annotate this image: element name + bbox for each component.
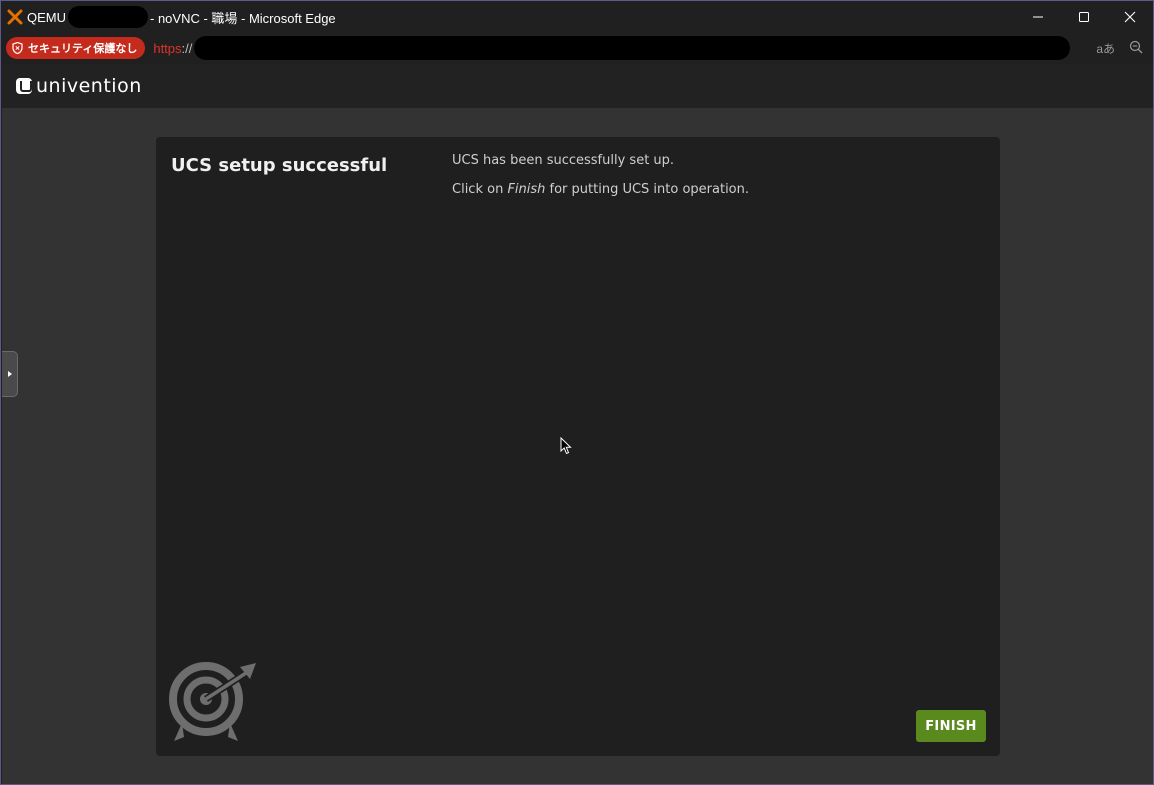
novnc-control-bar-handle[interactable] bbox=[2, 351, 18, 397]
close-button[interactable] bbox=[1107, 1, 1153, 33]
read-aloud-icon[interactable]: aあ bbox=[1096, 40, 1115, 57]
redacted-url-block bbox=[194, 36, 1071, 60]
expand-arrow-icon bbox=[7, 371, 12, 377]
finish-button[interactable]: FINISH bbox=[916, 710, 986, 742]
shield-warning-icon bbox=[12, 42, 23, 54]
url-scheme-separator: :// bbox=[181, 40, 193, 56]
novnc-page: univention UCS setup successful UCS has … bbox=[2, 64, 1153, 784]
minimize-icon bbox=[1033, 16, 1043, 18]
security-warning-label: セキュリティ保護なし bbox=[28, 42, 138, 55]
close-icon bbox=[1124, 11, 1136, 23]
title-bar: QEMU - noVNC - 職場 - Microsoft Edge bbox=[1, 1, 1153, 33]
zoom-out-icon[interactable] bbox=[1129, 40, 1143, 57]
security-warning-badge[interactable]: セキュリティ保護なし bbox=[6, 37, 146, 59]
setup-message: UCS has been successfully set up. Click … bbox=[452, 153, 749, 211]
maximize-button[interactable] bbox=[1061, 1, 1107, 33]
page-title: UCS setup successful bbox=[171, 155, 388, 176]
maximize-icon bbox=[1079, 12, 1089, 22]
univention-logo: univention bbox=[16, 75, 142, 97]
ucs-header: univention bbox=[2, 64, 1153, 108]
window-title-prefix: QEMU bbox=[27, 9, 66, 25]
url-scheme-https: https bbox=[153, 40, 182, 56]
window-controls bbox=[1015, 1, 1153, 33]
browser-window: QEMU - noVNC - 職場 - Microsoft Edge セキュリテ… bbox=[0, 0, 1154, 785]
address-bar: セキュリティ保護なし https:// aあ bbox=[1, 33, 1153, 63]
univention-logo-text: univention bbox=[36, 75, 142, 97]
address-bar-actions: aあ bbox=[1096, 33, 1143, 63]
window-title-suffix: - noVNC - 職場 - Microsoft Edge bbox=[150, 10, 336, 26]
finish-instruction: Click on Finish for putting UCS into ope… bbox=[452, 182, 749, 197]
mouse-cursor-icon bbox=[560, 437, 572, 455]
redacted-title-block bbox=[68, 6, 148, 28]
minimize-button[interactable] bbox=[1015, 1, 1061, 33]
window-title: QEMU - noVNC - 職場 - Microsoft Edge bbox=[27, 6, 336, 28]
univention-logo-icon bbox=[16, 78, 32, 94]
finish-instruction-emphasis: Finish bbox=[507, 182, 546, 197]
finish-instruction-prefix: Click on bbox=[452, 182, 508, 197]
success-message: UCS has been successfully set up. bbox=[452, 153, 675, 168]
setup-result-card: UCS setup successful UCS has been succes… bbox=[156, 137, 1000, 756]
url-field[interactable]: https:// bbox=[153, 41, 192, 56]
proxmox-app-icon bbox=[7, 9, 23, 25]
finish-instruction-suffix: for putting UCS into operation. bbox=[545, 182, 750, 197]
target-icon bbox=[169, 662, 256, 741]
